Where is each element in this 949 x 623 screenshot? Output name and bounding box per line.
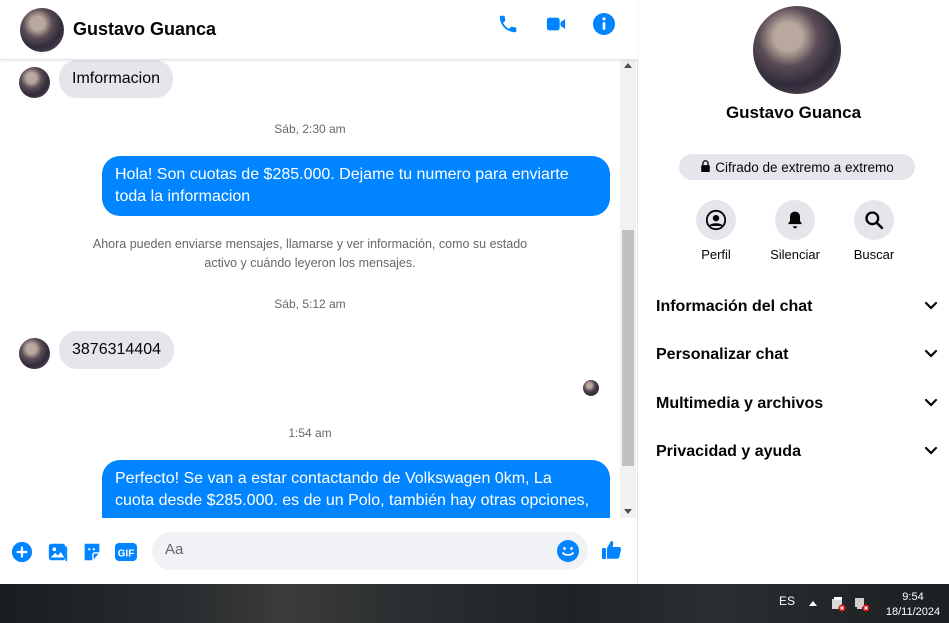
profile-button-label: Perfil bbox=[701, 247, 731, 262]
contact-name[interactable]: Gustavo Guanca bbox=[73, 19, 216, 40]
profile-name: Gustavo Guanca bbox=[725, 103, 862, 122]
section-customize-chat[interactable]: Personalizar chat bbox=[656, 343, 938, 367]
search-button[interactable]: Buscar bbox=[834, 200, 914, 262]
section-title: Información del chat bbox=[656, 298, 813, 315]
search-icon bbox=[854, 200, 894, 240]
chevron-down-icon bbox=[924, 395, 938, 413]
sticker-icon[interactable] bbox=[80, 540, 104, 564]
sender-avatar[interactable] bbox=[19, 67, 50, 98]
chevron-down-icon bbox=[924, 346, 938, 364]
show-hidden-icons-arrow-icon[interactable] bbox=[809, 601, 817, 606]
message-scrollbar[interactable] bbox=[620, 60, 636, 518]
profile-icon bbox=[696, 200, 736, 240]
conversation-info-panel: Gustavo Guanca Cifrado de extremo a extr… bbox=[638, 0, 949, 584]
message-outgoing[interactable]: Hola! Son cuotas de $285.000. Dejame tu … bbox=[102, 156, 610, 216]
system-notice: Ahora pueden enviarse mensajes, llamarse… bbox=[70, 235, 550, 273]
timestamp: 1:54 am bbox=[288, 426, 332, 440]
composer: GIF bbox=[0, 518, 637, 584]
contact-avatar[interactable] bbox=[20, 7, 64, 52]
message-input-wrapper bbox=[152, 532, 588, 570]
info-icon[interactable] bbox=[592, 12, 616, 36]
search-button-label: Buscar bbox=[853, 247, 895, 262]
mute-button[interactable]: Silenciar bbox=[755, 200, 835, 262]
chevron-down-icon bbox=[924, 443, 938, 461]
like-thumbs-up-icon[interactable] bbox=[600, 538, 624, 562]
chat-header: Gustavo Guanca bbox=[0, 0, 638, 60]
taskbar: ES 9:54 18/11/2024 bbox=[0, 584, 949, 623]
section-chat-info[interactable]: Información del chat bbox=[656, 295, 938, 319]
scroll-thumb[interactable] bbox=[622, 230, 634, 466]
clock-date: 18/11/2024 bbox=[885, 606, 941, 618]
seen-receipt-avatar bbox=[583, 380, 599, 396]
message-line: Perfecto! Se van a estar contactando de … bbox=[115, 470, 552, 487]
clock[interactable]: 9:54 18/11/2024 bbox=[880, 590, 946, 620]
messenger-app: Gustavo Guanca Imformacion Sáb, 2:30 am … bbox=[0, 0, 949, 623]
security-alert-icon[interactable] bbox=[830, 596, 846, 612]
message-incoming[interactable]: Imformacion bbox=[59, 60, 174, 98]
message-list[interactable]: Imformacion Sáb, 2:30 am Hola! Son cuota… bbox=[0, 60, 620, 518]
gif-icon[interactable]: GIF bbox=[114, 540, 138, 564]
language-indicator[interactable]: ES bbox=[779, 594, 795, 608]
profile-button[interactable]: Perfil bbox=[676, 200, 756, 262]
section-title: Privacidad y ayuda bbox=[656, 443, 801, 460]
network-disconnected-icon[interactable] bbox=[854, 596, 870, 612]
video-call-icon[interactable] bbox=[544, 12, 568, 36]
message-line: Hola! Son cuotas de $285.000. Dejame tu … bbox=[115, 166, 569, 183]
lock-icon bbox=[700, 159, 711, 175]
message-input[interactable] bbox=[165, 541, 545, 558]
section-media-files[interactable]: Multimedia y archivos bbox=[656, 392, 938, 416]
message-outgoing[interactable]: Perfecto! Se van a estar contactando de … bbox=[102, 460, 610, 518]
message-line: cuota desde $285.000. es de un Polo, tam… bbox=[115, 492, 590, 509]
message-line: toda la informacion bbox=[115, 188, 251, 205]
section-title: Multimedia y archivos bbox=[656, 395, 824, 412]
svg-text:GIF: GIF bbox=[118, 549, 135, 560]
mute-button-label: Silenciar bbox=[770, 247, 820, 262]
header-actions bbox=[496, 12, 616, 36]
emoji-icon[interactable] bbox=[556, 539, 580, 568]
timestamp: Sáb, 2:30 am bbox=[274, 122, 346, 136]
system-notice-line: Ahora pueden enviarse mensajes, llamarse… bbox=[92, 237, 528, 251]
chat-column: Gustavo Guanca Imformacion Sáb, 2:30 am … bbox=[0, 0, 638, 584]
plus-icon[interactable] bbox=[10, 540, 34, 564]
chevron-down-icon bbox=[924, 298, 938, 316]
section-title: Personalizar chat bbox=[656, 346, 789, 363]
bell-icon bbox=[775, 200, 815, 240]
scroll-down-arrow-icon[interactable] bbox=[624, 509, 632, 514]
timestamp: Sáb, 5:12 am bbox=[274, 297, 346, 311]
system-notice-line: activo y cuándo leyeron los mensajes. bbox=[204, 256, 416, 270]
message-incoming[interactable]: 3876314404 bbox=[59, 331, 174, 369]
clock-time: 9:54 bbox=[902, 591, 924, 603]
section-privacy-help[interactable]: Privacidad y ayuda bbox=[656, 440, 938, 464]
photo-icon[interactable] bbox=[46, 540, 70, 564]
phone-call-icon[interactable] bbox=[496, 12, 520, 36]
sender-avatar[interactable] bbox=[19, 338, 50, 369]
scroll-up-arrow-icon[interactable] bbox=[624, 63, 632, 68]
profile-avatar[interactable] bbox=[753, 6, 841, 94]
encryption-badge: Cifrado de extremo a extremo bbox=[679, 154, 915, 180]
encryption-label: Cifrado de extremo a extremo bbox=[715, 159, 894, 175]
